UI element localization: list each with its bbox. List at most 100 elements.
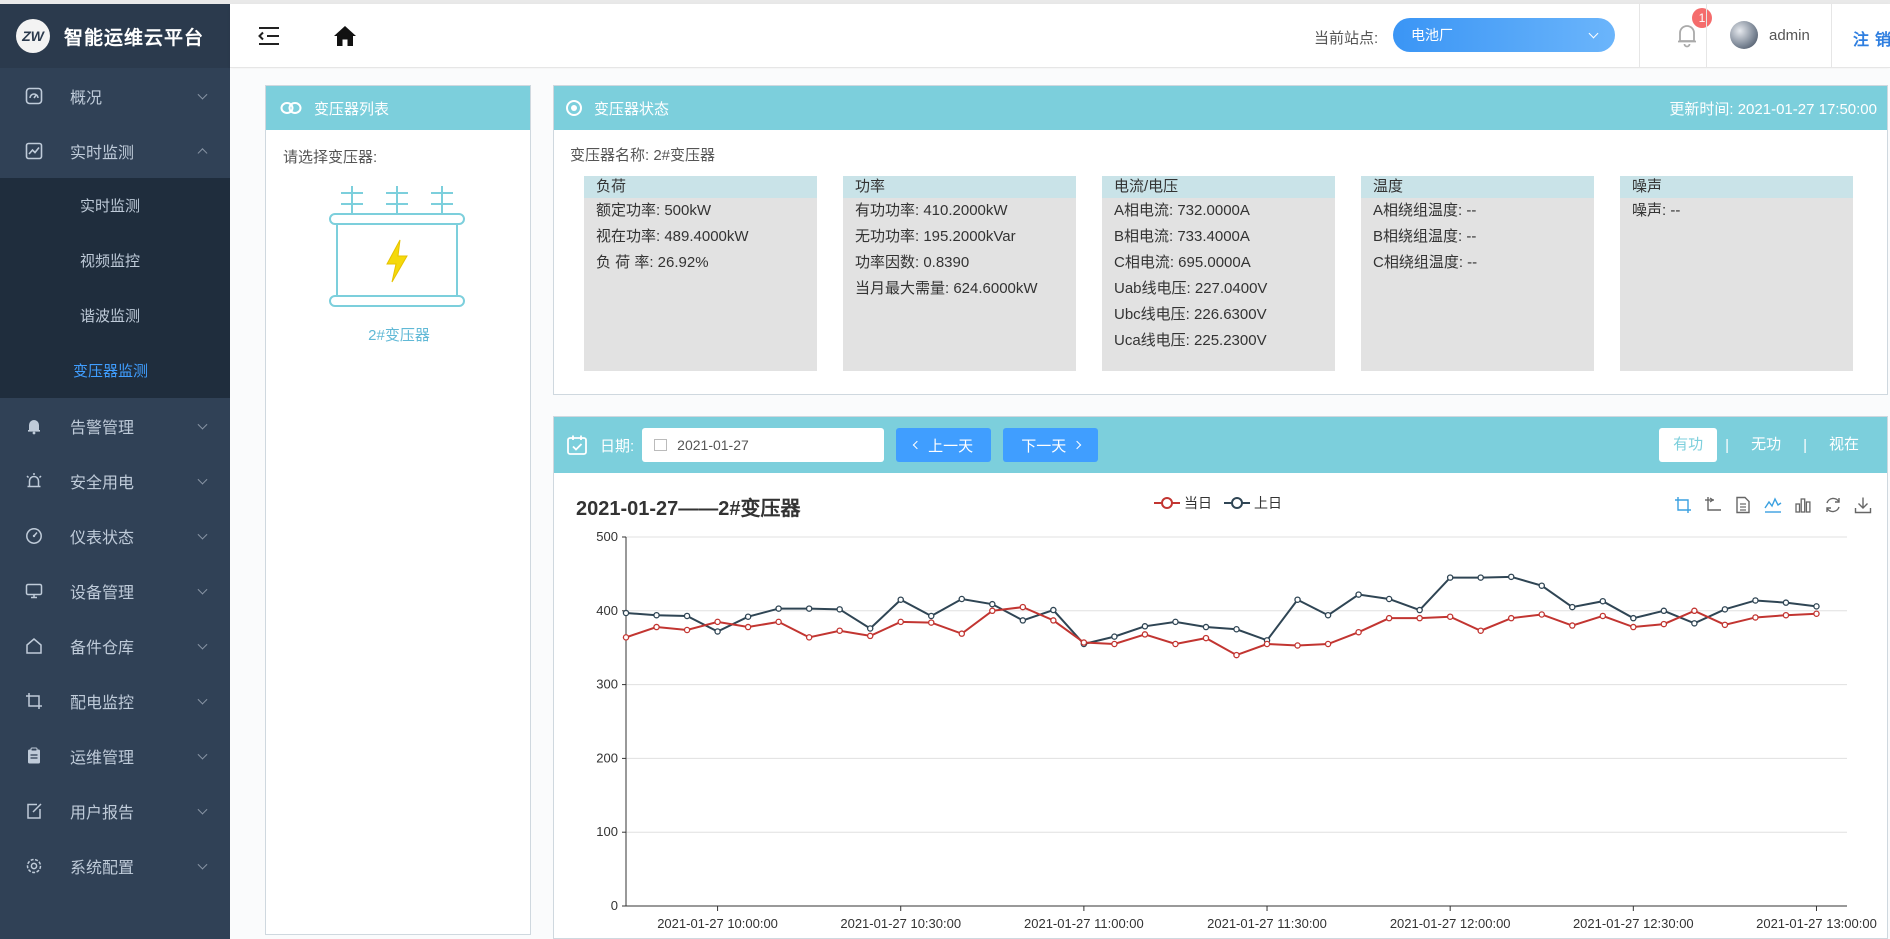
sidebar-item-safety[interactable]: 安全用电 — [0, 453, 230, 508]
data-point-yesterday — [1416, 606, 1423, 614]
clipboard-icon — [24, 746, 44, 766]
sidebar-item-distribution[interactable]: 配电监控 — [0, 673, 230, 728]
line-chart[interactable]: 0 100 200 300 400 500 2021-01-27 10:00:00 2021-… — [554, 517, 1889, 937]
data-point-yesterday — [1324, 611, 1332, 619]
tab-active-power[interactable]: 有功 — [1659, 428, 1718, 462]
prev-day-button[interactable]: 上一天 — [896, 428, 992, 462]
data-point-today — [622, 634, 630, 641]
sidebar-item-overview[interactable]: 概况 — [0, 68, 230, 123]
username[interactable]: admin — [1769, 27, 1810, 44]
chevron-down-icon — [197, 89, 208, 100]
calendar-small-icon — [654, 439, 668, 451]
data-point-yesterday — [1782, 599, 1790, 606]
data-point-yesterday — [1721, 606, 1729, 613]
sidebar-item-realtime[interactable]: 实时监测 — [0, 123, 230, 178]
top-header: 当前站点: 电池厂 1 admin 注销 — [230, 4, 1890, 68]
submenu-item-video[interactable]: 视频监控 — [0, 233, 230, 288]
sidebar-item-label: 运维管理 — [70, 749, 135, 767]
sidebar-item-label: 概况 — [70, 89, 103, 107]
sidebar-item-warehouse[interactable]: 备件仓库 — [0, 618, 230, 673]
data-view-icon[interactable] — [1733, 495, 1753, 515]
data-point-today — [1660, 620, 1668, 628]
legend-item-today[interactable]: 当日 — [1154, 493, 1212, 513]
data-point-today — [927, 619, 935, 626]
submenu-item-transformer[interactable]: 变压器监测 — [0, 343, 230, 398]
legend-label: 当日 — [1184, 495, 1212, 511]
bar-chart-icon[interactable] — [1793, 495, 1813, 515]
chevron-down-icon — [1588, 28, 1599, 39]
data-point-yesterday — [897, 596, 904, 603]
menu-toggle-icon[interactable] — [258, 26, 280, 46]
transformer-item[interactable]: 2#变压器 — [266, 324, 532, 345]
transformer-name-line: 变压器名称: 2#变压器 — [570, 147, 716, 164]
data-point-today — [1324, 640, 1332, 648]
data-point-yesterday — [1569, 603, 1576, 611]
sidebar-item-label: 告警管理 — [70, 419, 135, 437]
sidebar-item-meter[interactable]: 仪表状态 — [0, 508, 230, 563]
data-point-yesterday — [1233, 626, 1240, 633]
noise-card: 噪声 噪声: -- — [1620, 176, 1853, 371]
legend-item-yesterday[interactable]: 上日 — [1224, 493, 1282, 513]
data-point-yesterday — [1355, 591, 1362, 598]
submenu-item-harmonic[interactable]: 谐波监测 — [0, 288, 230, 343]
sidebar-item-settings[interactable]: 系统配置 — [0, 838, 230, 893]
transformer-icon[interactable] — [327, 178, 467, 316]
card-title: 负荷 — [584, 176, 817, 198]
home-icon[interactable] — [332, 23, 358, 49]
prev-day-label: 上一天 — [928, 437, 974, 455]
card-row: Uab线电压: 227.0400V — [1114, 280, 1268, 297]
logout-button[interactable]: 注销 — [1853, 26, 1890, 50]
settings-icon — [24, 856, 44, 876]
crop-icon — [24, 691, 44, 711]
data-point-today — [1507, 614, 1515, 622]
calendar-icon — [566, 434, 588, 456]
data-point-yesterday — [683, 612, 691, 620]
choose-label: 请选择变压器: — [283, 149, 378, 166]
tab-apparent-power[interactable]: 视在 — [1815, 428, 1873, 462]
card-row: C相电流: 695.0000A — [1114, 254, 1251, 271]
submenu-item-realtime[interactable]: 实时监测 — [0, 178, 230, 233]
sidebar-item-device[interactable]: 设备管理 — [0, 563, 230, 618]
notification-badge: 1 — [1692, 8, 1712, 28]
station-select[interactable]: 电池厂 — [1393, 18, 1615, 52]
next-day-button[interactable]: 下一天 — [1003, 428, 1099, 462]
data-point-yesterday — [1752, 597, 1759, 604]
data-point-today — [866, 632, 874, 640]
data-point-yesterday — [1660, 607, 1668, 615]
sidebar-item-report[interactable]: 用户报告 — [0, 783, 230, 838]
y-tick-label: 400 — [596, 603, 618, 618]
avatar[interactable] — [1730, 21, 1758, 49]
download-icon[interactable] — [1853, 495, 1873, 515]
sidebar-item-alarm[interactable]: 告警管理 — [0, 398, 230, 453]
sidebar-item-maintenance[interactable]: 运维管理 — [0, 728, 230, 783]
chevron-down-icon — [197, 584, 208, 595]
x-tick-label: 2021-01-27 13:00:00 — [1756, 916, 1877, 931]
line-chart-icon[interactable] — [1763, 495, 1783, 515]
zoom-icon[interactable] — [1673, 495, 1693, 515]
sidebar: ZW 智能运维云平台 概况 实时监测 实时监测 视频监控 谐波监测 变压器监测 — [0, 4, 230, 939]
y-tick-label: 300 — [596, 677, 618, 692]
date-picker-input[interactable]: 2021-01-27 — [642, 428, 885, 462]
data-point-yesterday — [989, 600, 996, 608]
mode-tabs: 有功 | 无功 | 视在 — [1659, 428, 1873, 462]
transformer-list-panel: 变压器列表 请选择变压器: 2#变压器 — [265, 85, 531, 935]
data-point-yesterday — [1538, 582, 1546, 589]
date-value: 2021-01-27 — [677, 437, 749, 453]
data-point-today — [1355, 628, 1362, 636]
zoom-reset-icon[interactable] — [1703, 495, 1723, 515]
home-icon — [24, 636, 44, 656]
current-voltage-card: 电流/电压 A相电流: 732.0000A B相电流: 733.4000A C相… — [1102, 176, 1335, 371]
app-frame: ZW 智能运维云平台 概况 实时监测 实时监测 视频监控 谐波监测 变压器监测 — [0, 0, 1890, 939]
power-card: 功率 有功功率: 410.2000kW 无功功率: 195.2000kVar 功… — [843, 176, 1076, 371]
refresh-icon[interactable] — [1823, 495, 1843, 515]
date-label: 日期: — [600, 437, 635, 455]
sidebar-item-label: 用户报告 — [70, 804, 135, 822]
data-point-today — [1385, 614, 1393, 622]
data-point-today — [653, 623, 660, 631]
edit-icon — [24, 801, 44, 821]
data-point-today — [1111, 640, 1118, 648]
data-point-today — [683, 626, 691, 634]
tab-reactive-power[interactable]: 无功 — [1737, 428, 1795, 462]
data-point-today — [1263, 640, 1271, 648]
transformer-status-panel: 变压器状态 更新时间: 2021-01-27 17:50:00 变压器名称: 2… — [553, 85, 1888, 395]
